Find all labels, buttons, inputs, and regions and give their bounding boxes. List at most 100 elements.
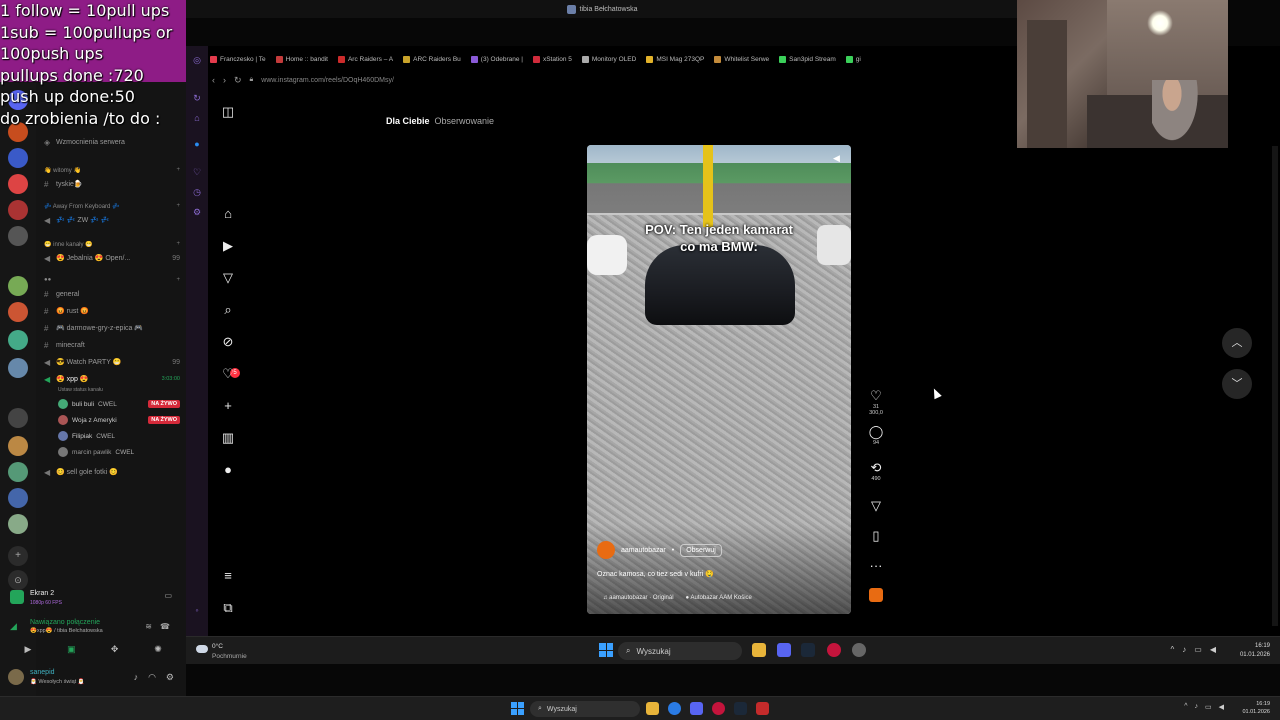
soundboard-icon[interactable]: ✺ — [140, 642, 176, 656]
bookmark-10[interactable]: gi — [845, 55, 861, 63]
category-afk[interactable]: 💤 Away From Keyboard 💤 + — [44, 200, 180, 212]
bookmark-8[interactable]: Whitelist Serwe — [714, 55, 769, 63]
previous-reel-button[interactable]: ︿ — [1222, 328, 1252, 358]
mute-icon[interactable]: ◀ — [833, 153, 843, 163]
bookmark-7[interactable]: MSI Mag 273QP — [646, 55, 704, 63]
server-icon[interactable] — [8, 226, 28, 246]
back-icon[interactable]: ‹ — [212, 75, 215, 85]
noise-suppression-icon[interactable]: ≋ — [145, 622, 152, 631]
clock[interactable]: 16:19 01.01.2026 — [1240, 642, 1270, 660]
microphone-icon[interactable]: ♪ — [1182, 645, 1186, 654]
server-icon[interactable] — [8, 358, 28, 378]
instagram-logo-icon[interactable]: ◫ — [220, 104, 236, 120]
explore-icon[interactable]: ⊘ — [220, 334, 236, 350]
home-icon[interactable]: ⌂ — [220, 206, 236, 222]
server-icon[interactable] — [8, 514, 28, 534]
add-server-icon[interactable]: + — [8, 546, 28, 566]
notifications-heart-icon[interactable]: ♡ — [220, 366, 236, 382]
more-button[interactable]: ··· — [866, 558, 886, 574]
page-scrollbar[interactable] — [1272, 146, 1278, 626]
taskbar-search[interactable]: ⌕ Wyszukaj — [530, 701, 640, 717]
bookmark-0[interactable]: Franczesko | Te — [210, 55, 266, 63]
voice-channel-path[interactable]: 😍xpp😍 / tibia Bełchatowska — [30, 628, 103, 634]
obs-icon[interactable] — [756, 702, 769, 715]
channel-watch-party[interactable]: ◀ 😎 Watch PARTY 😁 99 — [44, 356, 180, 368]
bookmark-1[interactable]: Home :: bandit — [275, 55, 328, 63]
opera-logo-icon[interactable]: ◎ — [191, 54, 203, 66]
next-reel-button[interactable]: ﹀ — [1222, 369, 1252, 399]
settings-gear-icon[interactable] — [852, 643, 866, 657]
disconnect-icon[interactable]: ☎ — [160, 622, 170, 631]
start-icon[interactable] — [511, 702, 524, 715]
channel-status-hint[interactable]: Ustaw status kanału — [58, 384, 180, 396]
author-name[interactable]: aamautobazar — [621, 547, 666, 554]
sidebar-gx-icon[interactable]: ◦ — [191, 604, 203, 616]
reel-audio[interactable]: ♫ aamautobazar · Originál — [603, 595, 674, 601]
server-icon[interactable] — [8, 330, 28, 350]
start-icon[interactable] — [599, 643, 613, 657]
profile-avatar-icon[interactable]: ● — [220, 462, 236, 478]
author-avatar[interactable] — [597, 541, 615, 559]
sidebar-bag-icon[interactable]: ⌂ — [191, 112, 203, 124]
discord-icon[interactable] — [777, 643, 791, 657]
server-icon[interactable] — [8, 174, 28, 194]
messages-icon[interactable]: ▽ — [220, 270, 236, 286]
stop-stream-icon[interactable]: ▭ — [164, 591, 172, 600]
voice-user[interactable]: buli buli CWEL NA ŻYWO — [58, 397, 180, 411]
sidebar-heart-icon[interactable]: ♡ — [191, 166, 203, 178]
channel-darmowe[interactable]: # 🎮 darmowe-gry-z-epica 🎮 — [44, 322, 180, 334]
add-channel-icon[interactable]: + — [176, 203, 180, 209]
create-plus-icon[interactable]: + — [220, 398, 236, 414]
add-channel-icon[interactable]: + — [176, 277, 180, 283]
clock[interactable]: 16:19 01.01.2026 — [1242, 700, 1270, 716]
server-icon[interactable] — [8, 436, 28, 456]
server-icon[interactable] — [8, 200, 28, 220]
channel-rust[interactable]: # 😡 rust 😡 — [44, 305, 180, 317]
bookmark-2[interactable]: Arc Raiders – A — [337, 55, 393, 63]
audio-thumbnail[interactable] — [869, 588, 883, 602]
voice-user[interactable]: Filipiak CWEL — [58, 429, 180, 443]
server-icon[interactable] — [8, 148, 28, 168]
reel-video[interactable]: POV: Ten jeden kamarat co ma BMW: ◀ aama… — [587, 145, 851, 614]
category-witomy[interactable]: 👋 witomy 👋 + — [44, 164, 180, 176]
server-icon[interactable] — [8, 302, 28, 322]
channel-tyskie[interactable]: # tyskie🍺 — [44, 178, 180, 190]
like-button[interactable]: ♡ 31 300,0 — [866, 388, 886, 416]
server-icon[interactable] — [8, 408, 28, 428]
steam-icon[interactable] — [734, 702, 747, 715]
comment-button[interactable]: ◯ 94 — [866, 424, 886, 446]
search-icon[interactable]: ⌕ — [220, 302, 236, 318]
signal-icon[interactable]: ◢ — [10, 621, 17, 632]
avatar[interactable] — [8, 669, 24, 685]
file-explorer-icon[interactable] — [646, 702, 659, 715]
tab-for-you[interactable]: Dla Ciebie — [386, 116, 430, 126]
channel-general[interactable]: # general — [44, 288, 180, 300]
activities-icon[interactable]: ✥ — [97, 642, 133, 656]
bookmark-9[interactable]: San3pid Stream — [779, 55, 836, 63]
bookmark-5[interactable]: xStation 5 — [532, 55, 572, 63]
menu-icon[interactable]: ≡ — [220, 568, 236, 584]
camera-icon[interactable]: ▶ — [10, 642, 46, 656]
also-from-meta-icon[interactable]: ⧉ — [220, 600, 236, 616]
sidebar-settings-icon[interactable]: ⚙ — [191, 206, 203, 218]
repost-button[interactable]: ⟲ 490 — [866, 460, 886, 482]
network-icon[interactable]: ▭ — [1205, 703, 1212, 711]
boost-item[interactable]: ◈ Wzmocnienia serwera — [44, 136, 180, 148]
reel-location[interactable]: ● Autobazar AAM Košice — [686, 595, 752, 601]
category-unnamed[interactable]: ●● + — [44, 274, 180, 286]
discord-icon[interactable] — [690, 702, 703, 715]
headphones-icon[interactable]: ◠ — [148, 672, 156, 683]
reload-icon[interactable]: ↻ — [234, 75, 242, 86]
voice-user[interactable]: Woja z Ameryki NA ŻYWO — [58, 413, 180, 427]
dashboard-icon[interactable]: ▥ — [220, 430, 236, 446]
url-text[interactable]: www.instagram.com/reels/DOqH460DMsy/ — [261, 77, 394, 84]
chevron-up-icon[interactable]: ^ — [1171, 645, 1175, 654]
voice-user[interactable]: marcin pawlik CWEL — [58, 445, 180, 459]
steam-icon[interactable] — [801, 643, 815, 657]
chrome-icon[interactable] — [668, 702, 681, 715]
sidebar-history-icon[interactable]: ↻ — [191, 92, 203, 104]
opera-gx-icon[interactable] — [712, 702, 725, 715]
channel-zw[interactable]: ◀ 💤 💤 ZW 💤 💤 — [44, 214, 180, 226]
server-icon[interactable] — [8, 462, 28, 482]
microphone-icon[interactable]: ♪ — [134, 672, 139, 683]
